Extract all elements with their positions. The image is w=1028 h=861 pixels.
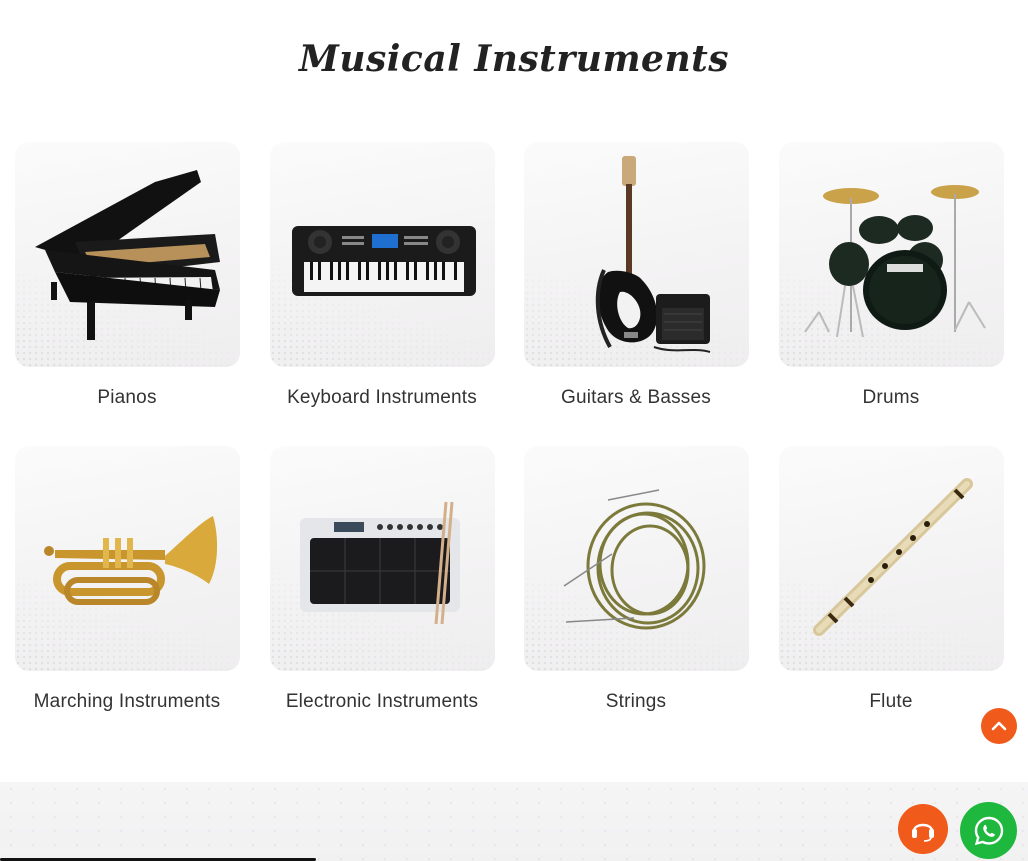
category-card-electronic-instruments[interactable]: Electronic Instruments (262, 446, 502, 713)
category-card-pianos[interactable]: Pianos (7, 142, 247, 409)
scroll-to-top-button[interactable] (981, 708, 1017, 744)
drum-pad-icon (299, 501, 460, 625)
whatsapp-button[interactable] (960, 802, 1017, 859)
category-image-drums[interactable] (778, 142, 1004, 367)
headset-icon (912, 823, 934, 842)
category-label: Pianos (97, 387, 157, 408)
category-label: Flute (869, 691, 913, 712)
category-image-pianos[interactable] (14, 142, 240, 367)
category-image-marching-instruments[interactable] (14, 446, 240, 671)
category-card-marching-instruments[interactable]: Marching Instruments (7, 446, 247, 713)
keyboard-icon (291, 226, 476, 296)
category-label: Marching Instruments (33, 691, 221, 712)
drum-kit-icon (803, 185, 986, 338)
category-label: Drums (862, 387, 920, 408)
category-card-strings[interactable]: Strings (516, 446, 756, 713)
category-label: Electronic Instruments (285, 691, 479, 712)
marching-horn-icon (43, 516, 217, 605)
category-image-keyboard-instruments[interactable] (269, 142, 495, 367)
support-chat-button[interactable] (898, 804, 948, 854)
category-card-keyboard-instruments[interactable]: Keyboard Instruments (262, 142, 502, 409)
bamboo-flute-icon (812, 478, 973, 636)
bass-guitar-icon (595, 156, 710, 353)
category-label: Strings (605, 691, 667, 712)
category-image-guitars-basses[interactable] (523, 142, 749, 367)
footer-band (0, 782, 1028, 861)
chevron-up-icon (991, 721, 1007, 731)
category-image-electronic-instruments[interactable] (269, 446, 495, 671)
category-card-guitars-basses[interactable]: Guitars & Basses (516, 142, 756, 409)
category-image-strings[interactable] (523, 446, 749, 671)
category-grid: Pianos Keyboard Instruments Guitars & Ba… (0, 0, 1028, 780)
whatsapp-icon (974, 816, 1003, 845)
category-label: Guitars & Basses (561, 387, 711, 408)
category-image-flute[interactable] (778, 446, 1004, 671)
category-card-flute[interactable]: Flute (771, 446, 1011, 713)
guitar-strings-icon (563, 489, 705, 630)
piano-icon (34, 170, 220, 340)
category-card-drums[interactable]: Drums (771, 142, 1011, 409)
category-label: Keyboard Instruments (287, 387, 477, 408)
